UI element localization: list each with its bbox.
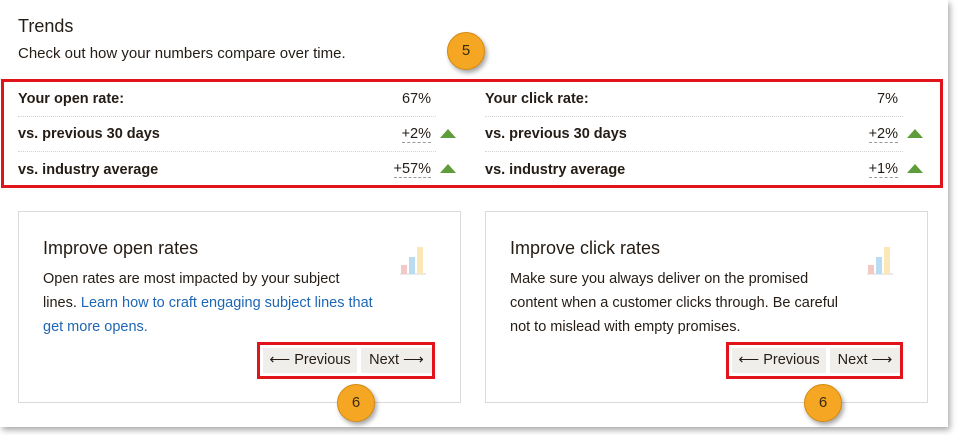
next-button[interactable]: Next ⟶ xyxy=(361,348,432,373)
trends-title: Trends xyxy=(18,16,74,36)
open-rate-industry-label: vs. industry average xyxy=(18,161,159,178)
click-card-pager: ⟵ Previous Next ⟶ xyxy=(726,342,903,379)
previous-button[interactable]: ⟵ Previous xyxy=(263,348,357,373)
trend-up-icon xyxy=(440,164,456,173)
next-button[interactable]: Next ⟶ xyxy=(830,348,900,373)
click-rate-industry-row: vs. industry average +1% xyxy=(485,152,923,187)
callout-badge-pager-left: 6 xyxy=(337,384,375,422)
card-body: Make sure you always deliver on the prom… xyxy=(510,271,839,335)
card-title: Improve click rates xyxy=(510,238,661,258)
card-title: Improve open rates xyxy=(43,238,199,258)
click-rate-row: Your click rate: 7% xyxy=(485,82,903,117)
open-rate-value: 67% xyxy=(401,91,431,107)
card-body: Open rates are most impacted by your sub… xyxy=(43,267,373,339)
bar-chart-icon xyxy=(867,247,893,275)
trends-panel: Trends Check out how your numbers compar… xyxy=(0,0,948,427)
open-rate-prev-row: vs. previous 30 days +2% xyxy=(18,117,456,152)
click-rate-value: 7% xyxy=(877,91,898,107)
callout-badge-stats: 5 xyxy=(447,32,485,70)
trend-up-icon xyxy=(907,129,923,138)
trend-up-icon xyxy=(907,164,923,173)
click-rate-industry-value[interactable]: +1% xyxy=(868,161,898,178)
open-rate-row: Your open rate: 67% xyxy=(18,82,436,117)
bar-chart-icon xyxy=(400,247,426,275)
open-rate-prev-value[interactable]: +2% xyxy=(401,126,431,143)
previous-button[interactable]: ⟵ Previous xyxy=(732,348,826,373)
click-rate-label: Your click rate: xyxy=(485,91,589,107)
click-rate-prev-row: vs. previous 30 days +2% xyxy=(485,117,923,152)
open-rate-prev-label: vs. previous 30 days xyxy=(18,126,160,142)
trend-up-icon xyxy=(440,129,456,138)
trends-subtitle: Check out how your numbers compare over … xyxy=(18,45,346,62)
learn-more-link[interactable]: Learn how to craft engaging subject line… xyxy=(43,295,373,335)
click-rate-prev-value[interactable]: +2% xyxy=(868,126,898,143)
click-rate-industry-label: vs. industry average xyxy=(485,161,626,178)
click-rate-prev-label: vs. previous 30 days xyxy=(485,126,627,142)
open-rate-industry-value[interactable]: +57% xyxy=(393,161,431,178)
open-rate-industry-row: vs. industry average +57% xyxy=(18,152,456,187)
open-card-pager: ⟵ Previous Next ⟶ xyxy=(257,342,435,379)
open-rate-label: Your open rate: xyxy=(18,91,125,107)
callout-badge-pager-right: 6 xyxy=(804,384,842,422)
